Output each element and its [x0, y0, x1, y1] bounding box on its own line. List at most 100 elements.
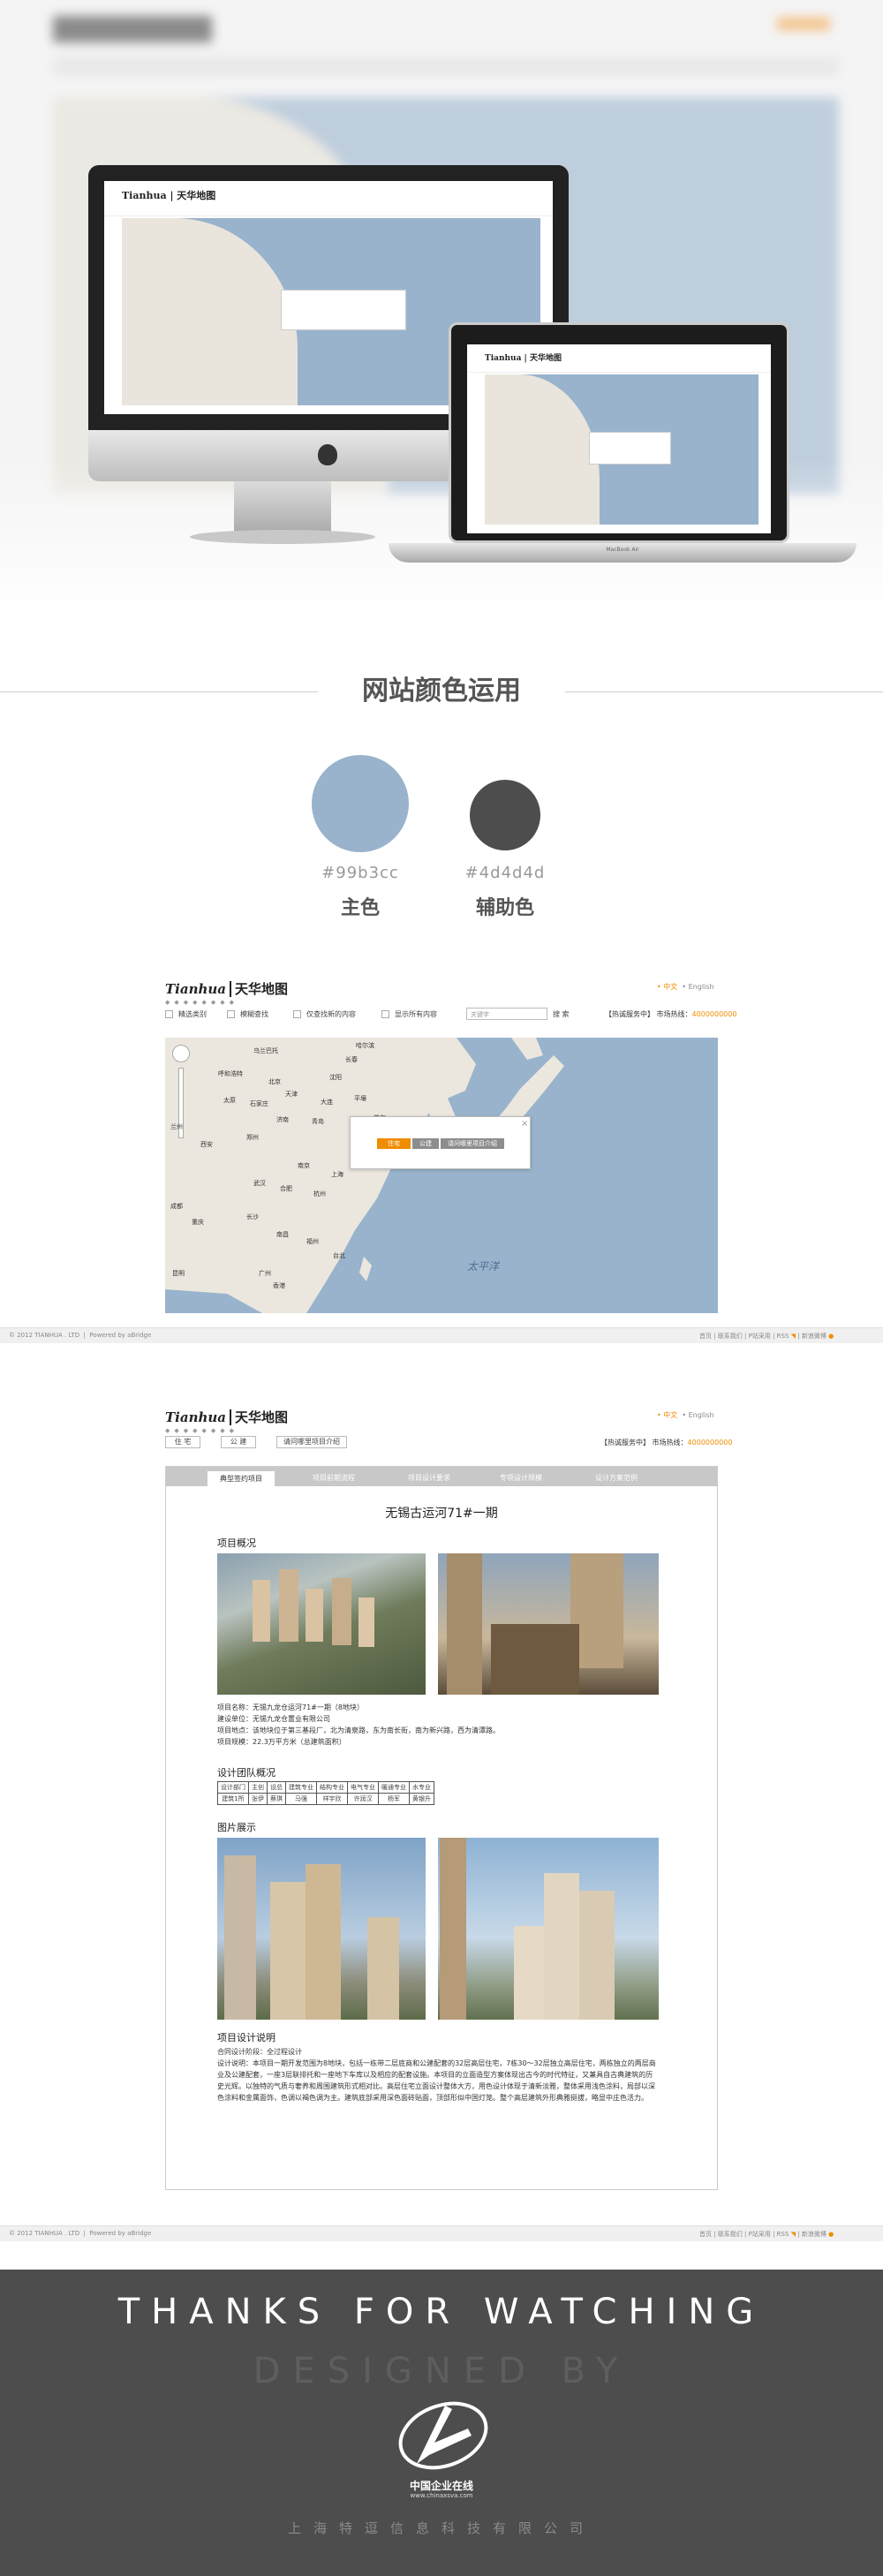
project-intro-button[interactable]: 请问哪里项目介绍 [276, 1436, 347, 1448]
filter-option-3[interactable]: 仅查找新的内容 [293, 1009, 356, 1019]
footer-links: 首页 | 联系我们 | P站采用 | RSS ◥ | 新浪微博 ● [699, 1333, 834, 1340]
tab-design-requirements[interactable]: 项目设计要求 [394, 1470, 464, 1486]
closing-section: THANKS FOR WATCHING DESIGNED BY 中国企业在线 w… [0, 2270, 883, 2576]
hotline: 【热诚服务中】 市场热线：4000000000 [600, 1439, 733, 1447]
city-label: 福州 [306, 1238, 319, 1245]
city-label: 长春 [345, 1056, 358, 1063]
presentation-page: Tianhua | 天华地图 Tianhua | 天华地图 MacBook Ai… [0, 0, 883, 2576]
city-label: 石家庄 [250, 1100, 268, 1107]
lang-cn-link[interactable]: • 中文 [657, 1411, 677, 1419]
footer-link-p[interactable]: P站采用 [749, 1333, 771, 1340]
description-text: 合同设计阶段：全过程设计 设计说明：本项目一期开发范围为8地块，包括一栋带二层底… [217, 2048, 656, 2102]
secondary-color-label: 辅助色 [475, 897, 534, 919]
city-label: 南京 [298, 1162, 310, 1169]
lang-cn-link[interactable]: • 中文 [657, 983, 677, 991]
tab-design-examples[interactable]: 设计方案范例 [581, 1470, 652, 1486]
footer-link-rss[interactable]: RSS [777, 2231, 789, 2238]
residential-button[interactable]: 住 宅 [165, 1436, 200, 1448]
project-photo-aerial [217, 1553, 426, 1695]
footer-link-weibo[interactable]: 新浪微博 [802, 1333, 826, 1340]
rss-icon: ◥ [790, 2231, 796, 2238]
city-label: 上海 [331, 1171, 343, 1178]
primary-color-swatch [312, 755, 409, 852]
lang-en-link[interactable]: • English [682, 1411, 713, 1419]
city-label: 北京 [268, 1078, 281, 1085]
footer-link-home[interactable]: 首页 [699, 2231, 712, 2238]
city-label: 哈尔滨 [356, 1042, 374, 1049]
city-label: 合肥 [280, 1185, 292, 1192]
footer-link-weibo[interactable]: 新浪微博 [802, 2231, 826, 2238]
footer-link-contact[interactable]: 联系我们 [718, 1333, 743, 1340]
gallery-photo-2 [438, 1838, 659, 2020]
nav-tabs: 典型签约项目 项目前期流程 项目设计要求 专项设计规模 设计方案范例 [166, 1467, 717, 1486]
search-button[interactable]: 搜 索 [553, 1009, 570, 1019]
search-input[interactable]: 关键字 [466, 1008, 547, 1020]
city-label: 青岛 [312, 1118, 324, 1125]
apple-logo-icon [318, 444, 337, 465]
checkbox[interactable] [381, 1010, 389, 1018]
map-view[interactable]: 北京 天津 石家庄 太原 济南 青岛 郑州 西安 南京 上海 武汉 长沙 杭州 … [165, 1038, 718, 1313]
project-title: 无锡古运河71#一期 [385, 1507, 498, 1521]
popup-tab-public[interactable]: 公建 [412, 1138, 439, 1149]
popup-tab-residential[interactable]: 住宅 [377, 1138, 411, 1149]
city-label: 天津 [285, 1091, 298, 1098]
checkbox[interactable] [293, 1010, 301, 1018]
ocean-label: 太平洋 [467, 1260, 500, 1273]
mini-popup [281, 289, 407, 331]
overview-text: 项目名称：无锡九龙仓运河71#一期（8地块） 建设单位：无锡九龙仓置业有限公司 … [217, 1703, 500, 1746]
city-label: 济南 [276, 1116, 289, 1123]
hero-section: Tianhua | 天华地图 Tianhua | 天华地图 MacBook Ai… [0, 0, 883, 618]
secondary-color-swatch [470, 780, 540, 850]
hotline: 【热诚服务中】 市场热线：4000000000 [605, 1010, 737, 1018]
city-label: 广州 [259, 1270, 271, 1277]
site-logo[interactable]: Tianhua 天华地图 ◆◆◆◆◆◆◆◆ [165, 979, 289, 1006]
monitor-stand [234, 481, 331, 534]
footer-link-contact[interactable]: 联系我们 [718, 2231, 743, 2238]
popup-tab-project-intro[interactable]: 请问哪里项目介绍 [441, 1138, 504, 1149]
city-label: 太原 [223, 1097, 236, 1104]
secondary-color-hex: #4d4d4d [464, 864, 546, 882]
checkbox[interactable] [165, 1010, 173, 1018]
brand-url: www.chinaxsva.com [410, 2492, 473, 2499]
lang-en-link[interactable]: • English [682, 983, 713, 991]
map-page-mock: Tianhua 天华地图 ◆◆◆◆◆◆◆◆ • 中文 • English 精选类别… [0, 967, 883, 1356]
map-pan-control[interactable] [172, 1045, 190, 1062]
close-icon[interactable]: × [521, 1119, 528, 1129]
site-footer: © 2012 TIANHUA . LTD | Powered by aBridg… [0, 2225, 883, 2241]
footer-link-p[interactable]: P站采用 [749, 2231, 771, 2238]
public-button[interactable]: 公 建 [221, 1436, 256, 1448]
site-footer: © 2012 TIANHUA . LTD | Powered by aBridg… [0, 1327, 883, 1343]
city-label: 大连 [321, 1099, 333, 1106]
rss-icon: ◥ [790, 1333, 796, 1340]
filter-option-1[interactable]: 精选类别 [165, 1009, 207, 1019]
monitor-base [190, 530, 375, 544]
footer-links: 首页 | 联系我们 | P站采用 | RSS ◥ | 新浪微博 ● [699, 2231, 834, 2238]
detail-page-mock: Tianhua 天华地图 ◆◆◆◆◆◆◆◆ • 中文 • English 住 宅 … [0, 1395, 883, 2243]
team-heading: 设计团队概况 [217, 1767, 275, 1779]
footer-copyright: © 2012 TIANHUA . LTD | Powered by aBridg… [9, 1332, 152, 1339]
tab-special-design[interactable]: 专项设计规模 [486, 1470, 556, 1486]
tab-signed-projects[interactable]: 典型签约项目 [207, 1470, 275, 1486]
city-label: 香港 [273, 1282, 285, 1289]
footer-link-home[interactable]: 首页 [699, 1333, 712, 1340]
filter-option-2[interactable]: 模糊查找 [227, 1009, 268, 1019]
city-label: 台北 [333, 1252, 345, 1259]
laptop-base: MacBook Air [389, 543, 857, 563]
checkbox[interactable] [227, 1010, 235, 1018]
laptop-brand: MacBook Air [606, 547, 639, 553]
site-logo[interactable]: Tianhua 天华地图 ◆◆◆◆◆◆◆◆ [165, 1408, 289, 1434]
mini-logo: Tianhua | 天华地图 [485, 354, 562, 363]
content-frame: 典型签约项目 项目前期流程 项目设计要求 专项设计规模 设计方案范例 无锡古运河… [165, 1466, 718, 2190]
company-name: 上海特逗信息科技有限公司 [287, 2520, 595, 2536]
mini-logo: Tianhua | 天华地图 [122, 190, 216, 201]
city-label: 杭州 [313, 1190, 326, 1197]
footer-link-rss[interactable]: RSS [777, 1333, 789, 1340]
mini-header: Tianhua | 天华地图 [104, 181, 553, 216]
tab-early-process[interactable]: 项目前期流程 [298, 1470, 369, 1486]
city-label: 成都 [170, 1203, 183, 1210]
map-landmass [165, 1038, 564, 1313]
filter-option-4[interactable]: 显示所有内容 [381, 1009, 437, 1019]
table-row: 设计部门 主创 设总 建筑专业 结构专业 电气专业 暖通专业 水专业 [217, 1781, 434, 1794]
project-photo-entrance [438, 1553, 659, 1695]
city-label: 昆明 [172, 1270, 185, 1277]
